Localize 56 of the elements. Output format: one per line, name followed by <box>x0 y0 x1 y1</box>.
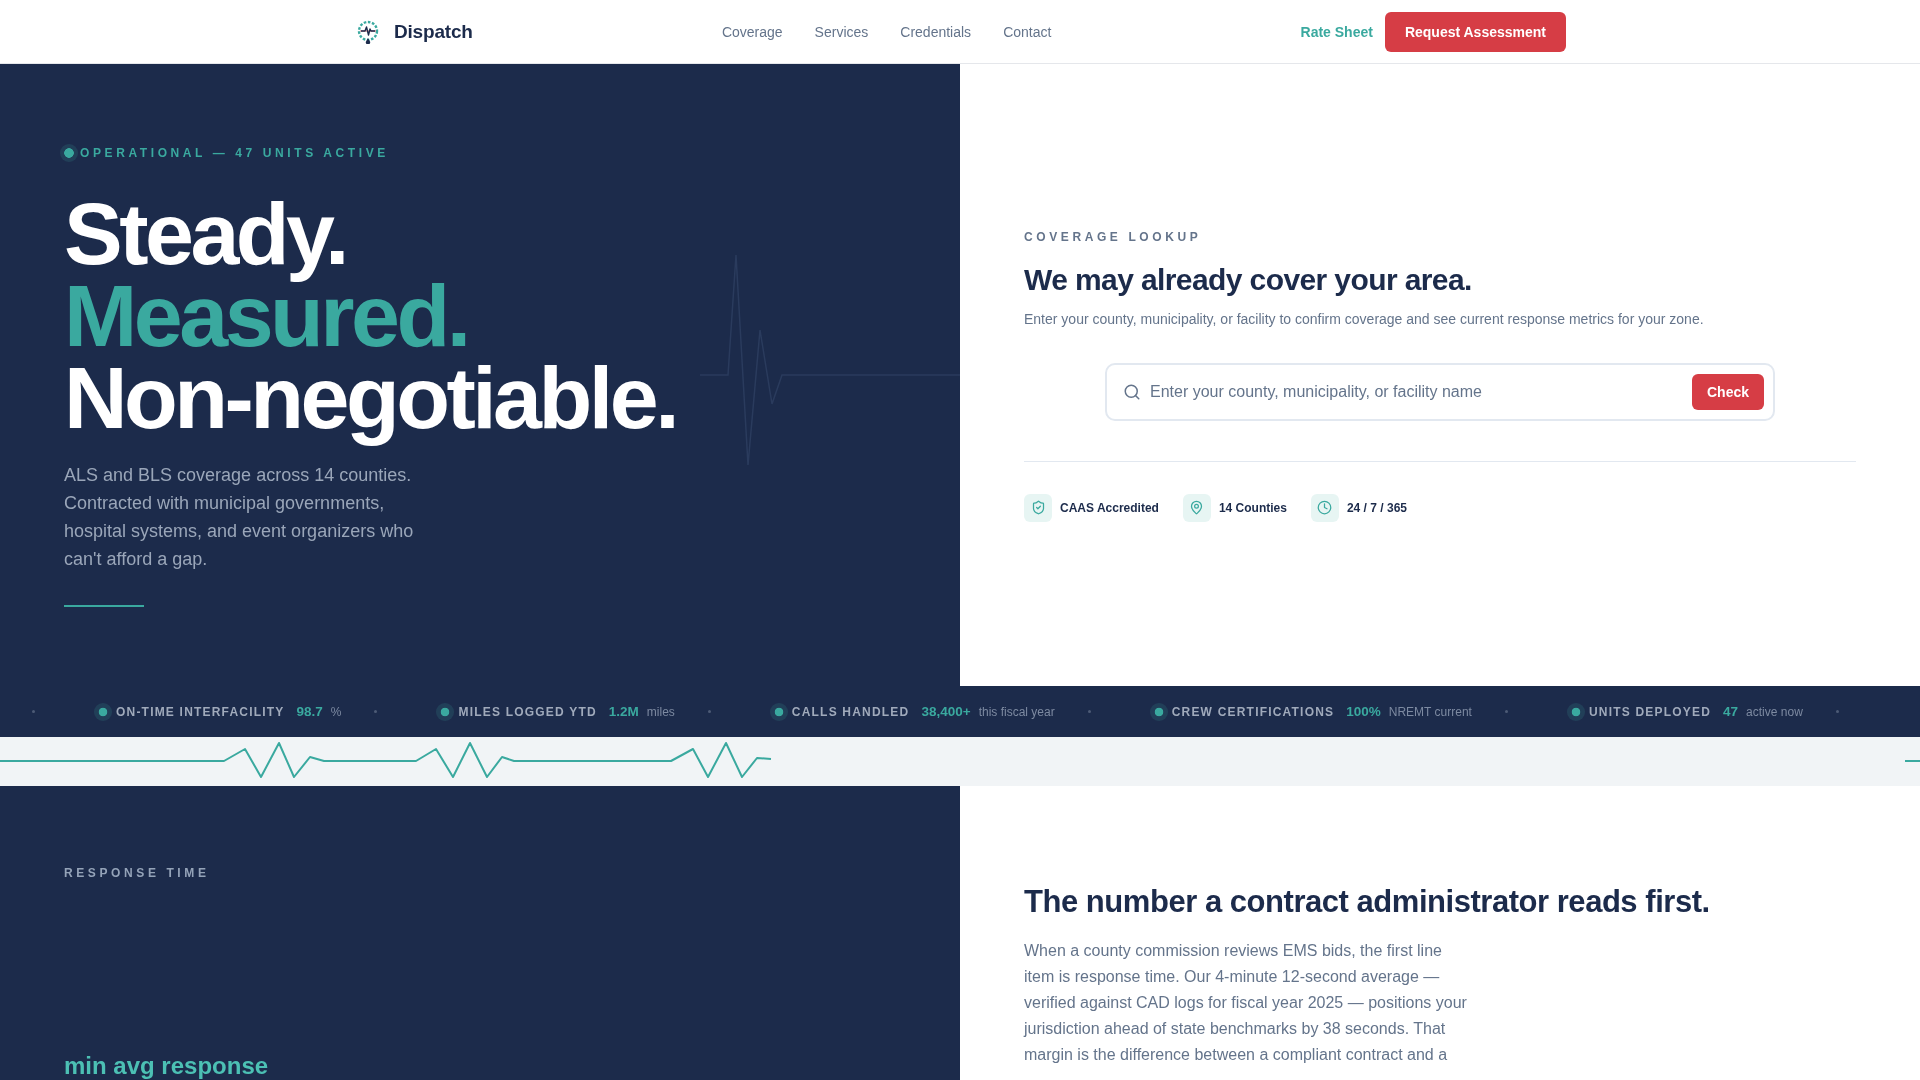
separator-dot-icon <box>32 710 35 713</box>
rate-sheet-link[interactable]: Rate Sheet <box>1300 23 1373 40</box>
nav-link[interactable]: Credentials <box>900 23 972 40</box>
status-dot-icon <box>769 702 788 721</box>
badge-label: 24 / 7 / 365 <box>1346 500 1407 515</box>
brand-name: Dispatch <box>394 20 473 43</box>
stat-label: MILES LOGGED YTD <box>458 704 597 719</box>
status-dot-icon <box>1566 702 1585 721</box>
stat-unit: this fiscal year <box>978 704 1055 719</box>
headline-text: Measured. <box>64 283 468 365</box>
separator-dot-icon <box>707 710 711 713</box>
shield-check-icon <box>1024 493 1052 522</box>
stat-label: UNITS DEPLOYED <box>1588 704 1712 719</box>
stat-value: 1.2M <box>608 704 639 719</box>
status-dot-icon <box>94 702 112 721</box>
check-button[interactable]: Check <box>1692 373 1764 410</box>
status-dot-icon <box>1149 702 1168 721</box>
separator-dot-icon <box>1087 710 1091 713</box>
separator-dot-icon <box>374 710 378 713</box>
map-pin-icon <box>1182 493 1211 522</box>
stat-value: 98.7 <box>296 704 323 719</box>
stat-unit: NREMT current <box>1388 704 1472 719</box>
stat-value: 38,400+ <box>921 704 971 719</box>
stat-label: CREW CERTIFICATIONS <box>1171 704 1335 719</box>
section-eyebrow: RESPONSE TIME <box>64 865 210 881</box>
response-caption: min avg response <box>64 1052 269 1080</box>
search-field[interactable]: Enter your county, municipality, or facility name Check <box>1105 362 1775 421</box>
badge-label: 14 Counties <box>1218 500 1287 515</box>
stat-label: CALLS HANDLED <box>791 704 910 719</box>
clock-icon <box>1310 493 1339 522</box>
section-eyebrow: COVERAGE LOOKUP <box>1024 228 1202 245</box>
badge-label: CAAS Accredited <box>1060 500 1159 515</box>
article-title: The number a contract administrator reads first. <box>1024 883 1710 921</box>
status-text: OPERATIONAL — 47 UNITS ACTIVE <box>80 144 389 161</box>
section-title: We may already cover your area. <box>1024 261 1472 298</box>
separator-dot-icon <box>1504 710 1508 713</box>
stat-label: ON-TIME INTERFACILITY <box>116 704 285 719</box>
separator-dot-icon <box>1835 710 1839 713</box>
status-dot-icon <box>60 143 78 162</box>
nav-link[interactable]: Contact <box>1003 23 1052 40</box>
nav-link[interactable]: Coverage <box>721 23 783 40</box>
search-icon <box>1123 382 1141 401</box>
stat-unit: active now <box>1746 704 1803 719</box>
stat-value: 47 <box>1723 704 1739 719</box>
section-description: Enter your county, municipality, or facility to confirm coverage and see current response metrics for your zone. <box>1024 309 1704 329</box>
emblem-logo-icon <box>357 19 379 44</box>
nav-link[interactable]: Services <box>814 23 869 40</box>
request-assessment-button[interactable]: Request Assessment <box>1384 11 1566 52</box>
headline-text: Non-negotiable. <box>64 365 677 448</box>
status-dot-icon <box>436 702 455 721</box>
headline-text: Steady. <box>64 201 346 283</box>
article-body: When a county commission reviews EMS bids, the first line item is response time. Our 4-minute 12-second average — verified against CAD logs for fiscal year 2025 — positions your jurisdiction ahead of state benchmarks by 38 seconds. That margin is the difference between a compliant contract and a <box>1024 941 1468 1065</box>
stat-value: 100% <box>1346 704 1381 719</box>
stat-unit: miles <box>646 704 675 719</box>
stat-unit: % <box>330 704 342 719</box>
hero-description: ALS and BLS coverage across 14 counties. Contracted with municipal governments, hospital systems, and event organizers who can't afford a gap. <box>64 463 415 571</box>
